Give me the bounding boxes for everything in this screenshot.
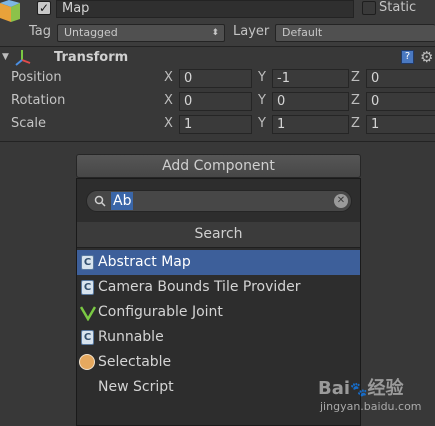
csharp-script-icon: C xyxy=(81,280,94,295)
transform-position-z-field[interactable]: 0 xyxy=(366,69,435,88)
watermark-brand: Bai🐾经验 xyxy=(318,374,403,400)
search-icon xyxy=(94,195,106,207)
static-label: Static xyxy=(379,0,417,15)
component-item-label: Camera Bounds Tile Provider xyxy=(98,279,301,295)
component-item-label: New Script xyxy=(98,379,174,395)
transform-axis-icon xyxy=(15,50,31,66)
transform-position-y-field[interactable]: -1 xyxy=(272,69,349,88)
axis-label-z[interactable]: Z xyxy=(351,116,360,131)
csharp-script-icon: C xyxy=(81,330,94,345)
tag-value: Untagged xyxy=(64,26,118,39)
transform-title: Transform xyxy=(54,50,129,65)
help-icon[interactable]: ? xyxy=(401,50,414,64)
transform-rotation-z-field[interactable]: 0 xyxy=(366,92,435,111)
axis-label-x[interactable]: X xyxy=(164,93,173,108)
axis-label-y[interactable]: Y xyxy=(258,93,266,108)
tag-dropdown[interactable]: Untagged ⬍ xyxy=(57,24,225,42)
watermark-brand-b: 经验 xyxy=(367,378,404,399)
joint-icon xyxy=(80,306,96,321)
paw-icon: 🐾 xyxy=(350,382,368,398)
transform-position-label: Position xyxy=(11,70,62,85)
transform-rotation-label: Rotation xyxy=(11,93,66,108)
axis-label-x[interactable]: X xyxy=(164,116,173,131)
transform-scale-z-field[interactable]: 1 xyxy=(366,115,435,134)
transform-scale-x-field[interactable]: 1 xyxy=(179,115,252,134)
component-item-label: Abstract Map xyxy=(98,254,191,270)
transform-rotation-y-field[interactable]: 0 xyxy=(272,92,349,111)
transform-rotation-x-field[interactable]: 0 xyxy=(179,92,252,111)
static-checkbox[interactable] xyxy=(362,1,376,15)
divider xyxy=(0,141,435,142)
gear-icon[interactable]: ⚙ xyxy=(420,48,433,66)
layer-value: Default xyxy=(282,26,323,39)
component-item-label: Configurable Joint xyxy=(98,304,223,320)
axis-label-y[interactable]: Y xyxy=(258,70,266,85)
object-name-field[interactable]: Map xyxy=(56,0,354,18)
watermark: Bai🐾经验 jingyan.baidu.com xyxy=(318,372,435,416)
component-item-label: Runnable xyxy=(98,329,164,345)
component-list-item[interactable]: C Abstract Map xyxy=(77,250,360,275)
search-section-header: Search xyxy=(77,222,360,248)
watermark-url: jingyan.baidu.com xyxy=(320,400,422,413)
foldout-arrow-icon[interactable]: ▼ xyxy=(2,52,9,62)
search-input[interactable]: Ab ✕ xyxy=(86,190,352,212)
tag-label: Tag xyxy=(29,24,52,39)
component-list-item[interactable]: Configurable Joint xyxy=(77,300,360,325)
active-checkbox[interactable]: ✓ xyxy=(37,1,51,15)
search-value[interactable]: Ab xyxy=(111,192,134,210)
layer-label: Layer xyxy=(233,24,270,39)
axis-label-y[interactable]: Y xyxy=(258,116,266,131)
axis-label-z[interactable]: Z xyxy=(351,93,360,108)
clear-search-icon[interactable]: ✕ xyxy=(334,194,348,208)
transform-position-x-field[interactable]: 0 xyxy=(179,69,252,88)
watermark-brand-a: Bai xyxy=(318,378,351,399)
component-item-label: Selectable xyxy=(98,354,172,370)
transform-scale-y-field[interactable]: 1 xyxy=(272,115,349,134)
axis-label-z[interactable]: Z xyxy=(351,70,360,85)
selectable-icon xyxy=(79,354,95,370)
dropdown-arrows-icon: ⬍ xyxy=(211,28,219,38)
gameobject-cube-icon xyxy=(0,0,20,22)
add-component-button[interactable]: Add Component xyxy=(76,154,361,178)
component-list-item[interactable]: C Runnable xyxy=(77,325,360,350)
divider xyxy=(0,46,435,47)
layer-dropdown[interactable]: Default xyxy=(275,24,435,42)
transform-scale-label: Scale xyxy=(11,116,46,131)
component-list-item[interactable]: C Camera Bounds Tile Provider xyxy=(77,275,360,300)
axis-label-x[interactable]: X xyxy=(164,70,173,85)
csharp-script-icon: C xyxy=(81,255,94,270)
